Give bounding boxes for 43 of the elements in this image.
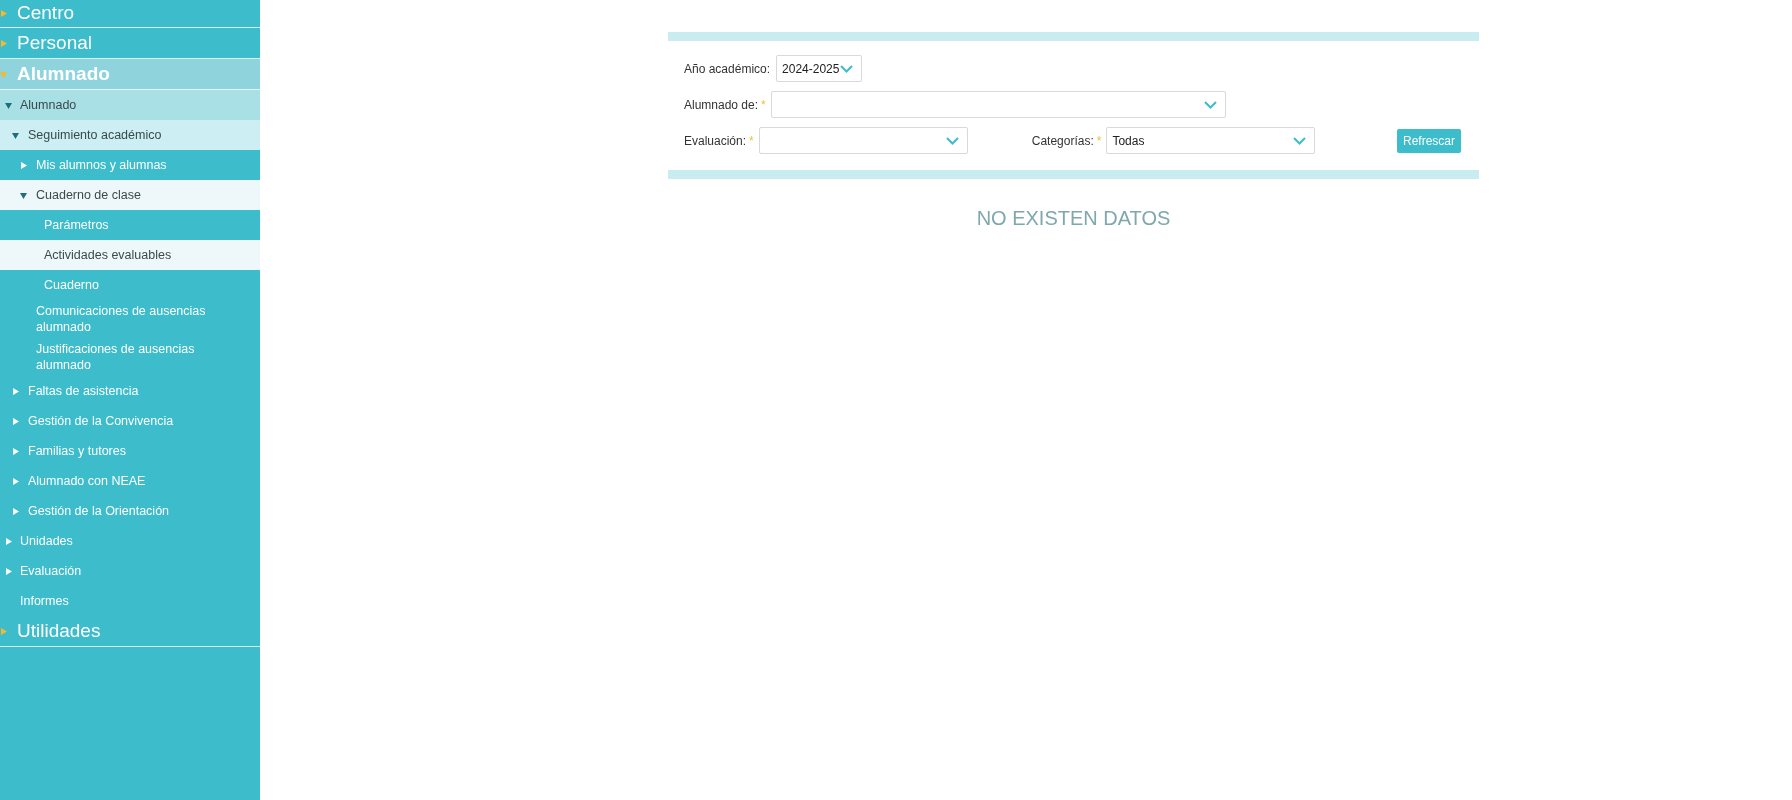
menu-item-label: Parámetros [43,217,110,233]
menu-item-label: Alumnado [19,97,78,113]
menu-item[interactable]: Seguimiento académico [0,120,260,150]
menu-item-label: Centro [16,1,76,26]
dropdown[interactable]: 2024-2025 [776,55,863,82]
field-label: Evaluación: [684,132,747,150]
menu-item[interactable]: Actividades evaluables [0,240,260,270]
menu-link[interactable]: Justificaciones de ausencias alumnado [0,341,258,373]
menu-item[interactable]: Alumnado [0,90,260,120]
menu-item-label: Utilidades [16,618,102,643]
menu-item-label: Cuaderno [43,277,100,293]
field-label: Categorías: [1031,132,1094,150]
chevron-down-icon [840,64,854,73]
menu-item[interactable]: Alumnado [0,59,260,90]
field-label: Alumnado de: [684,96,759,114]
menu-item-label: Cuaderno de clase [35,187,142,203]
menu-item-label: Informes [19,593,70,609]
menu-item-label: Unidades [19,533,74,549]
menu-item-label: Alumnado con NEAE [27,473,147,489]
refresh-button[interactable]: Refrescar [1397,128,1461,153]
menu-item-label: Faltas de asistencia [27,383,140,399]
required-mark: * [1096,132,1102,150]
chevron-down-icon [1293,136,1307,145]
menu-item-label: Gestión de la Orientación [27,503,171,519]
menu-item-label: Mis alumnos y alumnas [35,157,168,173]
menu-item-label: Actividades evaluables [43,247,173,263]
menu-item-label: Seguimiento académico [27,127,163,143]
required-mark: * [761,96,766,114]
menu-item-label: Alumnado [16,61,111,86]
menu-link[interactable]: Comunicaciones de ausencias alumnado [0,303,250,335]
field-label: Año académico: [684,60,771,78]
required-mark: * [749,132,754,150]
menu-item-label: Personal [16,30,93,55]
menu-item-label: Evaluación [19,563,83,579]
empty-message: NO EXISTEN DATOS [976,207,1171,229]
menu-item[interactable]: Cuaderno de clase [0,180,260,210]
dropdown[interactable] [770,91,1226,118]
menu-item-label: Familias y tutores [27,443,127,459]
menu-item-label: Gestión de la Convivencia [27,413,175,429]
chevron-down-icon [1203,100,1217,109]
dropdown[interactable] [758,127,968,154]
dropdown[interactable]: Todas [1106,127,1316,154]
chevron-down-icon [945,136,959,145]
